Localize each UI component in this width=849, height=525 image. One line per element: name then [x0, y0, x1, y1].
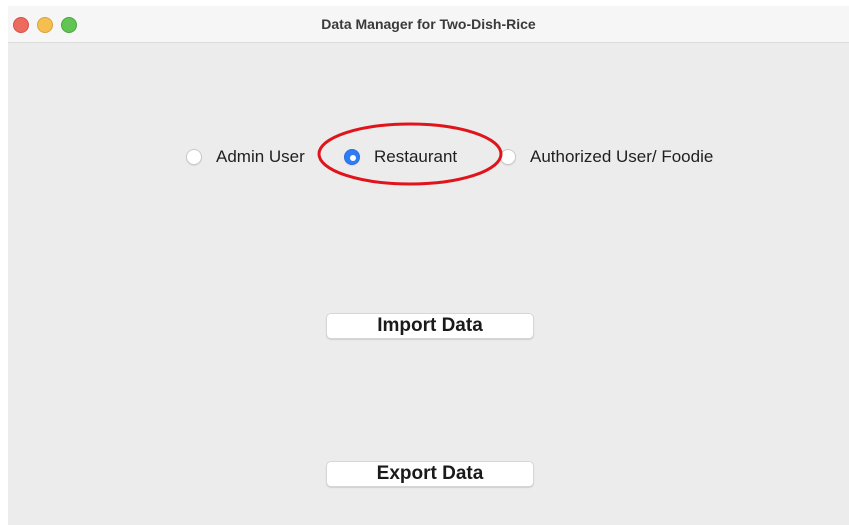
user-type-radio-group: Admin User Restaurant Authorized User/ F… [8, 145, 849, 169]
radio-button-restaurant[interactable] [344, 149, 360, 165]
radio-label-authorized-user-foodie: Authorized User/ Foodie [530, 147, 714, 166]
radio-option-restaurant[interactable]: Restaurant [344, 145, 457, 169]
title-bar: Data Manager for Two-Dish-Rice [8, 6, 849, 43]
export-data-button[interactable]: Export Data [326, 461, 534, 487]
radio-button-admin-user[interactable] [186, 149, 202, 165]
radio-option-admin-user[interactable]: Admin User [186, 145, 305, 169]
window-title: Data Manager for Two-Dish-Rice [321, 16, 536, 32]
app-window: Data Manager for Two-Dish-Rice Admin Use… [8, 6, 849, 525]
radio-option-authorized-user-foodie[interactable]: Authorized User/ Foodie [500, 145, 713, 169]
radio-label-restaurant: Restaurant [374, 147, 458, 166]
radio-button-authorized-user-foodie[interactable] [500, 149, 516, 165]
import-data-button[interactable]: Import Data [326, 313, 534, 339]
radio-label-admin-user: Admin User [216, 147, 305, 166]
